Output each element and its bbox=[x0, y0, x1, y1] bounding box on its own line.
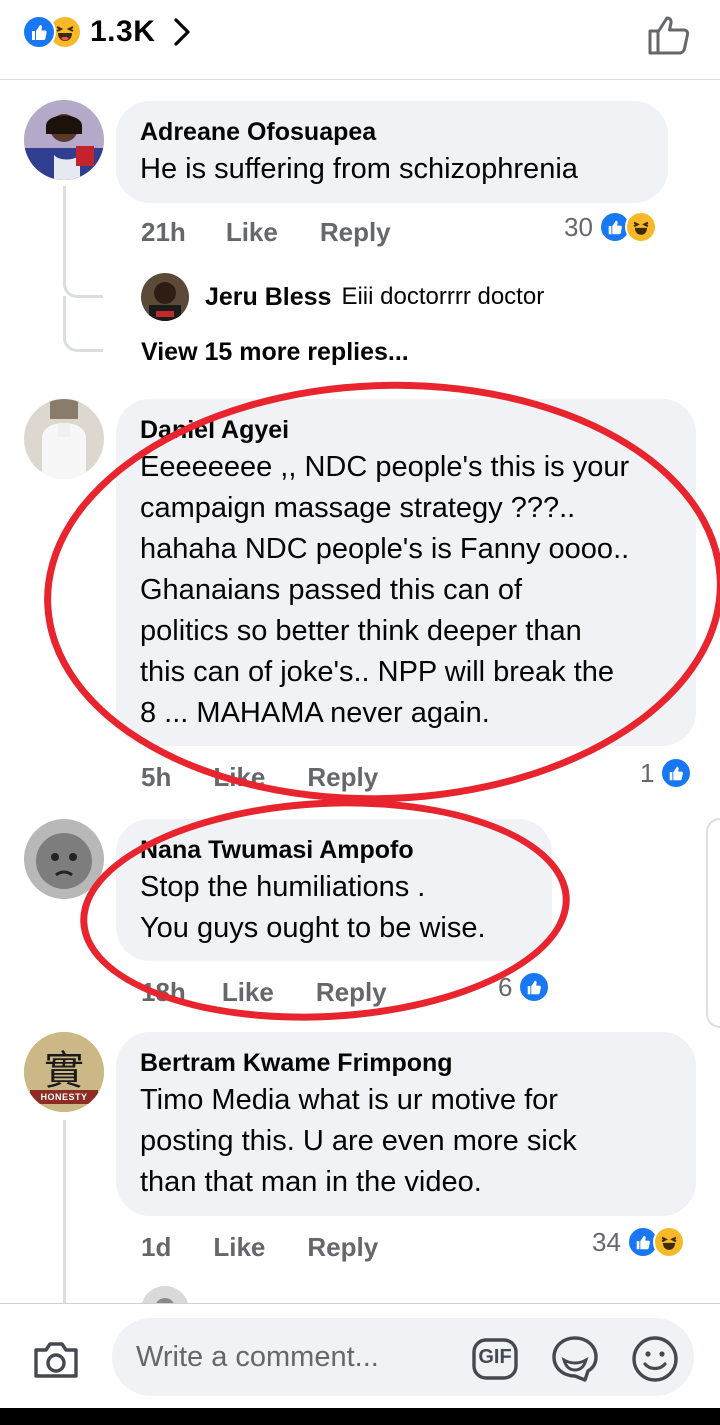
comment-author[interactable]: Nana Twumasi Ampofo bbox=[140, 833, 528, 867]
reply-author[interactable]: Jeru Bless bbox=[205, 283, 331, 312]
camera-icon[interactable] bbox=[30, 1334, 82, 1386]
avatar[interactable] bbox=[24, 819, 104, 899]
emoji-icon[interactable] bbox=[630, 1334, 680, 1384]
reactions-header: 1.3K bbox=[0, 0, 720, 80]
comment-actions: 5h Like Reply bbox=[141, 758, 378, 796]
comment-reactions[interactable]: 6 bbox=[498, 971, 551, 1003]
reactions-summary[interactable]: 1.3K bbox=[22, 14, 191, 50]
like-button[interactable]: Like bbox=[222, 977, 274, 1008]
reply-button[interactable]: Reply bbox=[316, 977, 387, 1008]
comment-text: He is suffering from schizophrenia bbox=[140, 153, 578, 185]
gif-label: GIF bbox=[478, 1346, 512, 1368]
comment-composer: GIF bbox=[0, 1303, 720, 1408]
avatar[interactable] bbox=[24, 399, 104, 479]
comment-actions: 18h Like Reply bbox=[141, 973, 387, 1011]
comment-bubble: Adreane Ofosuapea He is suffering from s… bbox=[116, 101, 668, 203]
avatar-caption: HONESTY bbox=[40, 1092, 88, 1102]
scroll-edge bbox=[706, 818, 720, 1028]
gif-button[interactable]: GIF bbox=[470, 1334, 520, 1384]
comment-reactions[interactable]: 34 bbox=[592, 1226, 685, 1258]
comment-text: Stop the humiliations . You guys ought t… bbox=[140, 871, 486, 944]
thread-line bbox=[63, 1120, 66, 1303]
comment-author[interactable]: Daniel Agyei bbox=[140, 413, 672, 447]
reply-preview[interactable]: Jeru Bless Eiii doctorrrr doctor bbox=[141, 273, 544, 321]
comment-reaction-count: 1 bbox=[640, 757, 655, 788]
like-button[interactable]: Like bbox=[226, 217, 278, 248]
comment-bubble: Nana Twumasi Ampofo Stop the humiliation… bbox=[116, 819, 552, 961]
reply-text: Eiii doctorrrr doctor bbox=[341, 283, 545, 310]
comment-reactions[interactable]: 30 bbox=[564, 211, 657, 243]
comment-actions: 21h Like Reply bbox=[141, 213, 391, 251]
reply-button[interactable]: Reply bbox=[307, 1232, 378, 1263]
avatar[interactable]: 實 HONESTY bbox=[24, 1032, 104, 1112]
sticker-icon[interactable] bbox=[550, 1334, 600, 1384]
system-nav-bar bbox=[0, 1408, 720, 1425]
comment-time[interactable]: 1d bbox=[141, 1232, 171, 1263]
view-more-replies[interactable]: View 15 more replies... bbox=[141, 338, 409, 367]
comment-reaction-count: 6 bbox=[498, 971, 513, 1002]
comment-text: Timo Media what is ur motive for posting… bbox=[140, 1084, 577, 1198]
comment-author[interactable]: Adreane Ofosuapea bbox=[140, 115, 644, 149]
like-reaction-icon bbox=[660, 757, 693, 789]
comment-bubble: Bertram Kwame Frimpong Timo Media what i… bbox=[116, 1032, 696, 1216]
comment-bubble: Daniel Agyei Eeeeeeee ,, NDC people's th… bbox=[116, 399, 696, 746]
chevron-right-icon bbox=[174, 18, 190, 46]
comment-actions: 1d Like Reply bbox=[141, 1228, 378, 1266]
comment-time[interactable]: 18h bbox=[141, 977, 186, 1008]
like-reaction-icon bbox=[22, 15, 56, 49]
like-button[interactable]: Like bbox=[213, 762, 265, 793]
comment-author[interactable]: Bertram Kwame Frimpong bbox=[140, 1046, 672, 1080]
like-post-button[interactable] bbox=[646, 12, 692, 58]
comment-time[interactable]: 21h bbox=[141, 217, 186, 248]
comment-reactions[interactable]: 1 bbox=[640, 757, 693, 789]
comment-reaction-count: 34 bbox=[592, 1226, 621, 1257]
comment-reaction-count: 30 bbox=[564, 211, 593, 242]
thread-connector bbox=[63, 296, 103, 352]
comment-time[interactable]: 5h bbox=[141, 762, 171, 793]
reply-button[interactable]: Reply bbox=[307, 762, 378, 793]
reaction-count: 1.3K bbox=[90, 15, 156, 48]
like-button[interactable]: Like bbox=[213, 1232, 265, 1263]
haha-reaction-icon bbox=[624, 211, 657, 243]
reply-button[interactable]: Reply bbox=[320, 217, 391, 248]
avatar bbox=[141, 273, 189, 321]
avatar-glyph: 實 bbox=[44, 1048, 84, 1094]
thread-connector bbox=[63, 250, 103, 298]
avatar[interactable] bbox=[24, 100, 104, 180]
haha-reaction-icon bbox=[652, 1226, 685, 1258]
like-reaction-icon bbox=[518, 971, 551, 1003]
comment-input[interactable] bbox=[112, 1318, 694, 1396]
comment-text: Eeeeeeee ,, NDC people's this is your ca… bbox=[140, 451, 630, 729]
